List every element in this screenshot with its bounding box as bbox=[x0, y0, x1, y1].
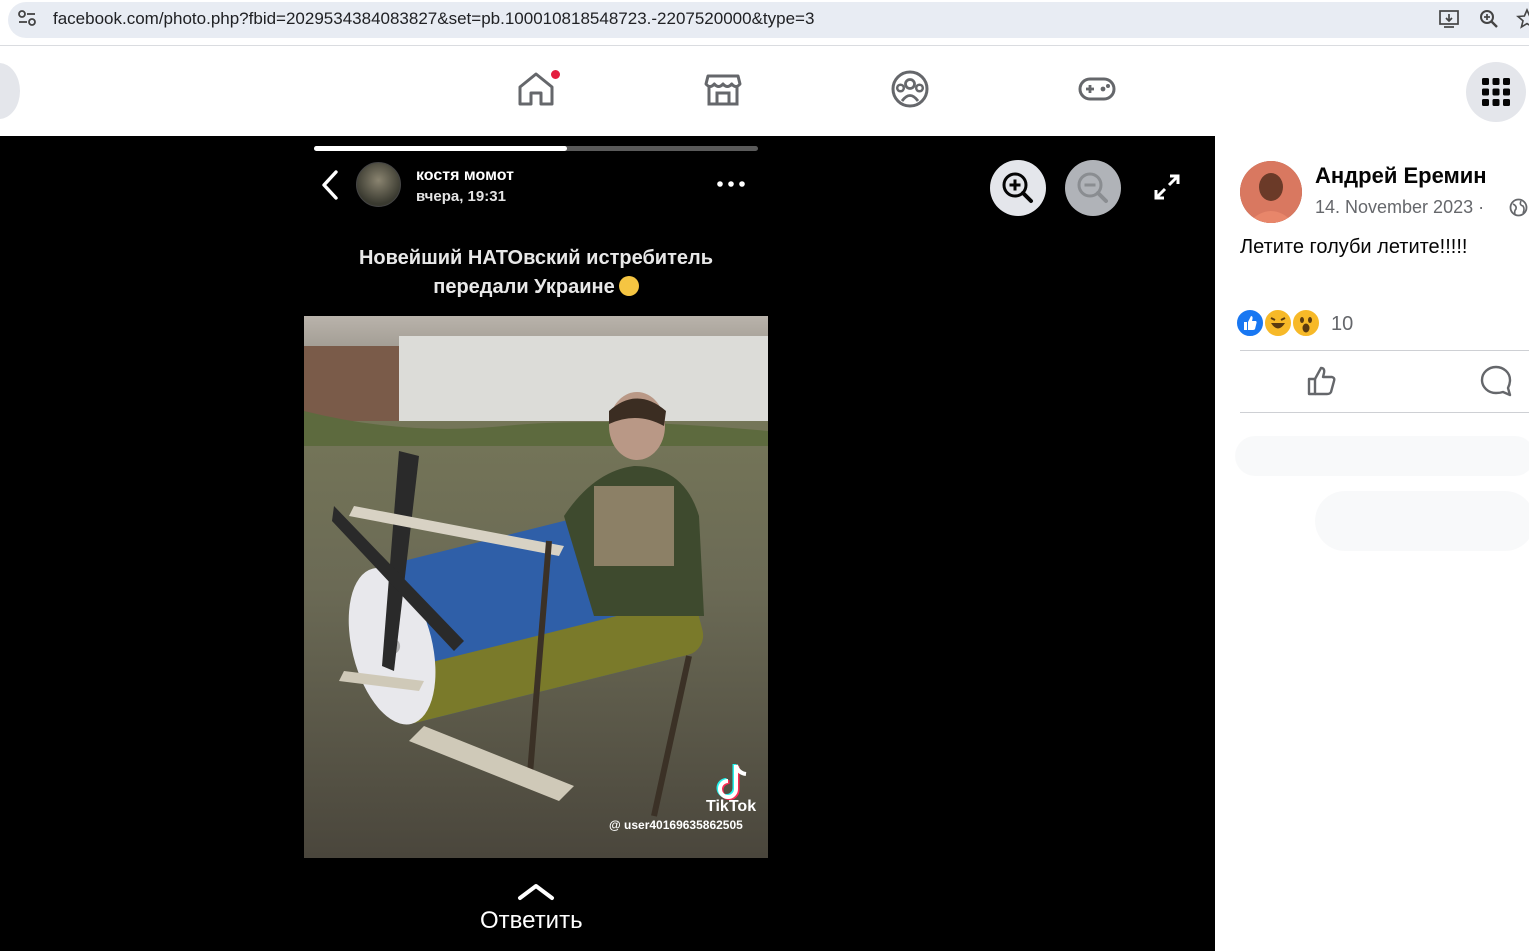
story-progress-fill bbox=[314, 146, 568, 151]
globe-icon bbox=[1509, 198, 1528, 217]
fullscreen-icon[interactable] bbox=[1152, 172, 1182, 202]
tiktok-brand-text: TikTok bbox=[706, 798, 757, 815]
menu-grid-icon bbox=[1482, 78, 1510, 106]
reaction-count[interactable]: 10 bbox=[1331, 313, 1353, 336]
menu-button[interactable] bbox=[1466, 62, 1526, 122]
post-text: Летите голуби летите!!!!! bbox=[1240, 236, 1468, 258]
photo-viewer: костя момот вчера, 19:31 Новейший НАТОвс… bbox=[0, 136, 1215, 951]
loading-placeholder bbox=[1235, 436, 1529, 551]
browser-address-bar: facebook.com/photo.php?fbid=202953438408… bbox=[0, 0, 1529, 46]
facebook-top-nav bbox=[0, 47, 1529, 136]
story-more-icon bbox=[717, 181, 745, 187]
story-progress-bar bbox=[314, 146, 758, 151]
tiktok-logo-icon bbox=[716, 764, 747, 800]
install-app-icon[interactable] bbox=[1438, 8, 1460, 30]
site-controls-icon[interactable] bbox=[16, 7, 38, 29]
bookmark-star-icon[interactable] bbox=[1516, 8, 1529, 30]
zoom-icon[interactable] bbox=[1478, 8, 1500, 30]
post-details-panel: Андрей Еремин 14. November 2023 · Летите… bbox=[1215, 136, 1529, 951]
caption-line-2: передали Украине bbox=[433, 276, 615, 298]
zoom-in-button[interactable] bbox=[990, 160, 1046, 216]
groups-icon[interactable] bbox=[890, 69, 930, 109]
marketplace-icon[interactable] bbox=[703, 69, 743, 109]
like-icon[interactable] bbox=[1305, 364, 1339, 398]
caption-line-1: Новейший НАТОвский истребитель bbox=[358, 247, 714, 269]
post-author-avatar[interactable] bbox=[1240, 161, 1302, 223]
story-author-avatar bbox=[356, 162, 401, 207]
zoom-out-icon bbox=[1077, 172, 1108, 203]
reply-label: Ответить bbox=[480, 907, 583, 934]
post-author-name[interactable]: Андрей Еремин bbox=[1315, 163, 1487, 189]
story-author-name: костя момот bbox=[416, 167, 514, 184]
comment-icon[interactable] bbox=[1479, 364, 1513, 398]
gaming-icon[interactable] bbox=[1077, 69, 1117, 109]
story-time: вчера, 19:31 bbox=[416, 188, 506, 205]
meme-photo[interactable] bbox=[304, 316, 768, 858]
url-text[interactable]: facebook.com/photo.php?fbid=202953438408… bbox=[53, 9, 814, 29]
divider bbox=[1240, 350, 1529, 351]
chevron-up-icon bbox=[518, 884, 554, 900]
avatar-photo bbox=[1240, 161, 1302, 223]
like-reaction-icon[interactable] bbox=[1235, 308, 1265, 338]
zoom-in-icon bbox=[1002, 172, 1033, 203]
thinking-face-emoji bbox=[618, 276, 639, 296]
notification-dot bbox=[549, 68, 562, 81]
zoom-out-button[interactable] bbox=[1065, 160, 1121, 216]
story-caption: Новейший НАТОвский истребитель передали … bbox=[304, 244, 768, 302]
story-back-icon bbox=[322, 170, 338, 200]
post-date[interactable]: 14. November 2023 · bbox=[1315, 197, 1484, 218]
back-button[interactable] bbox=[0, 63, 20, 119]
haha-reaction-icon[interactable] bbox=[1263, 308, 1293, 338]
divider bbox=[1240, 412, 1529, 413]
tiktok-user-text: @ user40169635862505 bbox=[609, 818, 743, 832]
wow-reaction-icon[interactable] bbox=[1291, 308, 1321, 338]
